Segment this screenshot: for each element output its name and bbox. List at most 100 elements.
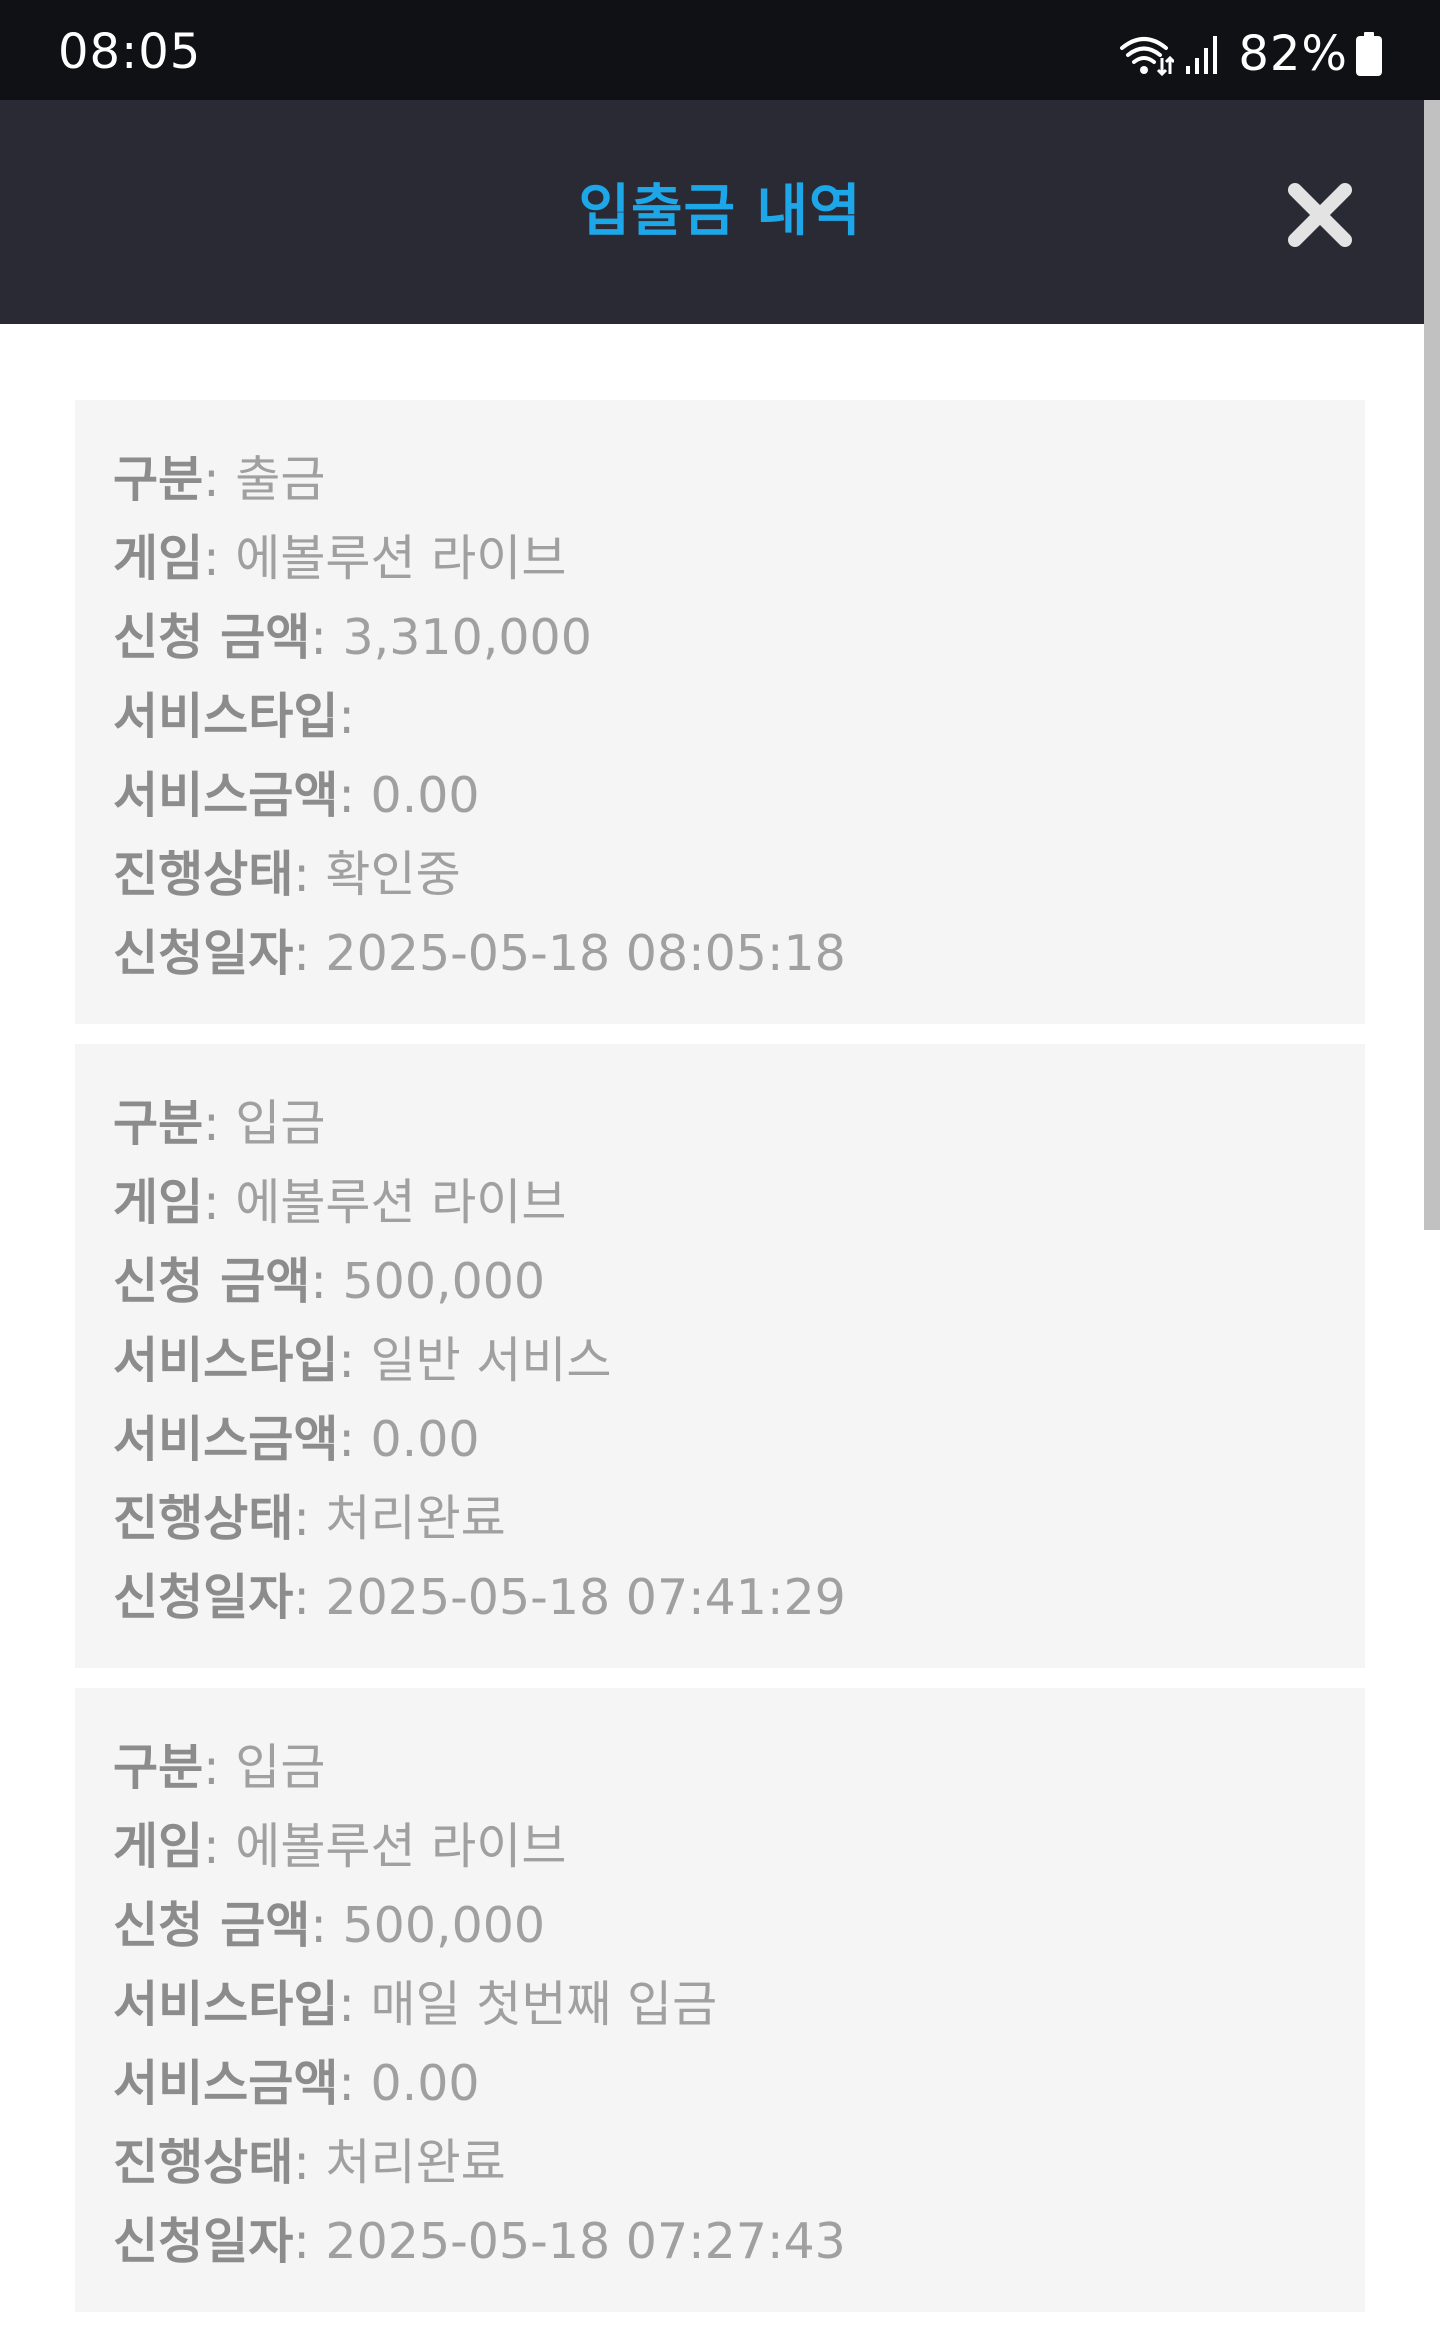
page-title: 입출금 내역 bbox=[578, 179, 862, 244]
type-value: 입금 bbox=[235, 1095, 326, 1152]
game-value: 에볼루션 라이브 bbox=[235, 1818, 567, 1875]
amount-label: 신청 금액 bbox=[113, 1253, 311, 1310]
amount-label: 신청 금액 bbox=[113, 609, 311, 666]
status-row: 진행상태: 확인중 bbox=[113, 835, 1327, 914]
game-row: 게임: 에볼루션 라이브 bbox=[113, 1807, 1327, 1886]
transaction-card: 구분: 입금 게임: 에볼루션 라이브 신청 금액: 500,000 서비스타입… bbox=[75, 1688, 1365, 2312]
game-label: 게임 bbox=[113, 530, 204, 587]
amount-label: 신청 금액 bbox=[113, 1897, 311, 1954]
separator: : bbox=[338, 1976, 371, 2033]
date-row: 신청일자: 2025-05-18 08:05:18 bbox=[113, 914, 1327, 993]
signal-icon bbox=[1184, 34, 1220, 74]
separator: : bbox=[310, 1897, 343, 1954]
service-type-value: 매일 첫번째 입금 bbox=[370, 1976, 718, 2033]
service-amount-row: 서비스금액: 0.00 bbox=[113, 756, 1327, 835]
date-value: 2025-05-18 07:41:29 bbox=[325, 1569, 846, 1626]
status-value: 확인중 bbox=[325, 846, 461, 903]
transaction-card: 구분: 출금 게임: 에볼루션 라이브 신청 금액: 3,310,000 서비스… bbox=[75, 400, 1365, 1024]
separator: : bbox=[338, 1411, 371, 1468]
battery-icon bbox=[1356, 32, 1382, 76]
amount-value: 500,000 bbox=[342, 1253, 546, 1310]
type-label: 구분 bbox=[113, 451, 204, 508]
game-row: 게임: 에볼루션 라이브 bbox=[113, 519, 1327, 598]
status-bar: 08:05 82% bbox=[0, 0, 1440, 100]
service-amount-row: 서비스금액: 0.00 bbox=[113, 2044, 1327, 2123]
service-type-label: 서비스타입 bbox=[113, 688, 339, 745]
type-value: 입금 bbox=[235, 1739, 326, 1796]
service-type-label: 서비스타입 bbox=[113, 1332, 339, 1389]
game-value: 에볼루션 라이브 bbox=[235, 1174, 567, 1231]
modal-header: 입출금 내역 bbox=[0, 100, 1440, 324]
separator: : bbox=[338, 2055, 371, 2112]
type-row: 구분: 입금 bbox=[113, 1084, 1327, 1163]
date-value: 2025-05-18 07:27:43 bbox=[325, 2213, 846, 2270]
service-amount-label: 서비스금액 bbox=[113, 2055, 339, 2112]
separator: : bbox=[293, 925, 326, 982]
date-label: 신청일자 bbox=[113, 925, 294, 982]
date-value: 2025-05-18 08:05:18 bbox=[325, 925, 846, 982]
separator: : bbox=[293, 1490, 326, 1547]
amount-value: 3,310,000 bbox=[342, 609, 592, 666]
separator: : bbox=[203, 1739, 236, 1796]
separator: : bbox=[203, 1818, 236, 1875]
status-icons: 82% bbox=[1118, 30, 1382, 78]
separator: : bbox=[338, 688, 355, 745]
type-label: 구분 bbox=[113, 1095, 204, 1152]
game-label: 게임 bbox=[113, 1818, 204, 1875]
separator: : bbox=[203, 1174, 236, 1231]
amount-row: 신청 금액: 3,310,000 bbox=[113, 598, 1327, 677]
status-time: 08:05 bbox=[58, 24, 202, 80]
wifi-icon bbox=[1118, 32, 1175, 76]
service-type-label: 서비스타입 bbox=[113, 1976, 339, 2033]
separator: : bbox=[293, 2213, 326, 2270]
service-type-row: 서비스타입: 매일 첫번째 입금 bbox=[113, 1965, 1327, 2044]
amount-value: 500,000 bbox=[342, 1897, 546, 1954]
service-amount-label: 서비스금액 bbox=[113, 1411, 339, 1468]
separator: : bbox=[338, 1332, 371, 1389]
date-label: 신청일자 bbox=[113, 1569, 294, 1626]
game-value: 에볼루션 라이브 bbox=[235, 530, 567, 587]
close-icon bbox=[1288, 183, 1352, 247]
service-type-row: 서비스타입: 일반 서비스 bbox=[113, 1321, 1327, 1400]
game-label: 게임 bbox=[113, 1174, 204, 1231]
separator: : bbox=[293, 2134, 326, 2191]
scrollbar[interactable] bbox=[1424, 100, 1440, 2319]
type-label: 구분 bbox=[113, 1739, 204, 1796]
date-row: 신청일자: 2025-05-18 07:41:29 bbox=[113, 1558, 1327, 1637]
separator: : bbox=[293, 1569, 326, 1626]
status-label: 진행상태 bbox=[113, 2134, 294, 2191]
type-row: 구분: 입금 bbox=[113, 1728, 1327, 1807]
service-amount-row: 서비스금액: 0.00 bbox=[113, 1400, 1327, 1479]
battery-percent: 82% bbox=[1238, 26, 1348, 82]
date-label: 신청일자 bbox=[113, 2213, 294, 2270]
game-row: 게임: 에볼루션 라이브 bbox=[113, 1163, 1327, 1242]
separator: : bbox=[310, 1253, 343, 1310]
date-row: 신청일자: 2025-05-18 07:27:43 bbox=[113, 2202, 1327, 2281]
amount-row: 신청 금액: 500,000 bbox=[113, 1242, 1327, 1321]
transaction-list: 구분: 출금 게임: 에볼루션 라이브 신청 금액: 3,310,000 서비스… bbox=[75, 400, 1365, 2332]
status-row: 진행상태: 처리완료 bbox=[113, 2123, 1327, 2202]
close-button[interactable] bbox=[1285, 180, 1355, 250]
separator: : bbox=[310, 609, 343, 666]
service-amount-value: 0.00 bbox=[370, 2055, 480, 2112]
status-value: 처리완료 bbox=[325, 1490, 506, 1547]
separator: : bbox=[293, 846, 326, 903]
status-label: 진행상태 bbox=[113, 1490, 294, 1547]
service-amount-value: 0.00 bbox=[370, 767, 480, 824]
scrollbar-thumb[interactable] bbox=[1424, 100, 1440, 1230]
status-row: 진행상태: 처리완료 bbox=[113, 1479, 1327, 1558]
service-type-row: 서비스타입: bbox=[113, 677, 1327, 756]
separator: : bbox=[338, 767, 371, 824]
service-amount-value: 0.00 bbox=[370, 1411, 480, 1468]
type-row: 구분: 출금 bbox=[113, 440, 1327, 519]
separator: : bbox=[203, 451, 236, 508]
service-amount-label: 서비스금액 bbox=[113, 767, 339, 824]
transaction-card: 구분: 입금 게임: 에볼루션 라이브 신청 금액: 500,000 서비스타입… bbox=[75, 1044, 1365, 1668]
status-value: 처리완료 bbox=[325, 2134, 506, 2191]
separator: : bbox=[203, 1095, 236, 1152]
amount-row: 신청 금액: 500,000 bbox=[113, 1886, 1327, 1965]
status-label: 진행상태 bbox=[113, 846, 294, 903]
service-type-value: 일반 서비스 bbox=[370, 1332, 612, 1389]
type-value: 출금 bbox=[235, 451, 326, 508]
separator: : bbox=[203, 530, 236, 587]
